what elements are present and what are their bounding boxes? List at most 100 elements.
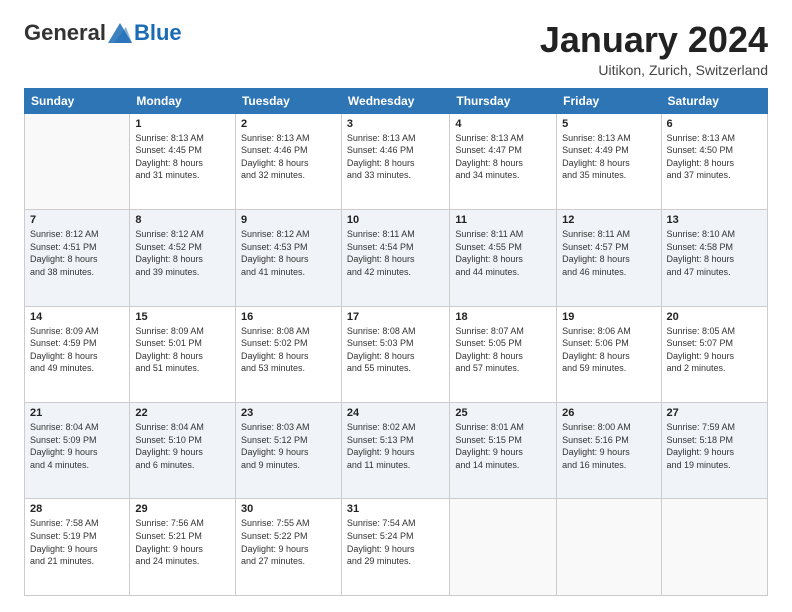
day-number: 12: [562, 214, 655, 226]
calendar-cell: 9Sunrise: 8:12 AM Sunset: 4:53 PM Daylig…: [235, 210, 341, 306]
day-info: Sunrise: 8:07 AM Sunset: 5:05 PM Dayligh…: [455, 325, 551, 375]
day-info: Sunrise: 7:55 AM Sunset: 5:22 PM Dayligh…: [241, 517, 336, 567]
logo-icon: [108, 23, 132, 43]
calendar-week-row: 1 Sunrise: 8:13 AM Sunset: 4:45 PM Daylig…: [25, 113, 768, 209]
day-info: Sunrise: 8:08 AM Sunset: 5:02 PM Dayligh…: [241, 325, 336, 375]
day-info: Sunrise: 7:59 AM Sunset: 5:18 PM Dayligh…: [667, 421, 762, 471]
calendar-cell: 15 Sunrise: 8:09 AM Sunset: 5:01 PM Dayli…: [130, 306, 236, 402]
day-info: Sunrise: 8:13 AM Sunset: 4:45 PM Dayligh…: [135, 132, 230, 182]
calendar-cell: 22 Sunrise: 8:04 AM Sunset: 5:10 PM Dayli…: [130, 403, 236, 499]
calendar-cell: 6 Sunrise: 8:13 AM Sunset: 4:50 PM Daylig…: [661, 113, 767, 209]
calendar-cell: 17Sunrise: 8:08 AM Sunset: 5:03 PM Dayli…: [341, 306, 449, 402]
day-number: 6: [667, 118, 762, 130]
day-number: 25: [455, 407, 551, 419]
day-info: Sunrise: 8:12 AM Sunset: 4:53 PM Dayligh…: [241, 228, 336, 278]
calendar-cell: 11 Sunrise: 8:11 AM Sunset: 4:55 PM Dayli…: [450, 210, 557, 306]
day-number: 31: [347, 503, 444, 515]
calendar-cell: 29 Sunrise: 7:56 AM Sunset: 5:21 PM Dayli…: [130, 499, 236, 596]
calendar-cell: 23 Sunrise: 8:03 AM Sunset: 5:12 PM Dayli…: [235, 403, 341, 499]
calendar-cell: 5Sunrise: 8:13 AM Sunset: 4:49 PM Daylig…: [557, 113, 661, 209]
day-number: 13: [667, 214, 762, 226]
day-info: Sunrise: 8:01 AM Sunset: 5:15 PM Dayligh…: [455, 421, 551, 471]
calendar-cell: 26Sunrise: 8:00 AM Sunset: 5:16 PM Dayli…: [557, 403, 661, 499]
day-info: Sunrise: 8:13 AM Sunset: 4:46 PM Dayligh…: [347, 132, 444, 182]
col-saturday: Saturday: [661, 88, 767, 113]
day-number: 20: [667, 311, 762, 323]
day-info: Sunrise: 8:12 AM Sunset: 4:52 PM Dayligh…: [135, 228, 230, 278]
logo-general: General: [24, 20, 106, 46]
calendar-cell: 28Sunrise: 7:58 AM Sunset: 5:19 PM Dayli…: [25, 499, 130, 596]
calendar-cell: 1 Sunrise: 8:13 AM Sunset: 4:45 PM Daylig…: [130, 113, 236, 209]
day-info: Sunrise: 8:13 AM Sunset: 4:47 PM Dayligh…: [455, 132, 551, 182]
day-number: 15: [135, 311, 230, 323]
day-info: Sunrise: 8:04 AM Sunset: 5:09 PM Dayligh…: [30, 421, 124, 471]
calendar-cell: 18 Sunrise: 8:07 AM Sunset: 5:05 PM Dayli…: [450, 306, 557, 402]
day-info: Sunrise: 8:05 AM Sunset: 5:07 PM Dayligh…: [667, 325, 762, 375]
day-number: 3: [347, 118, 444, 130]
day-number: 27: [667, 407, 762, 419]
calendar-cell: 7 Sunrise: 8:12 AM Sunset: 4:51 PM Daylig…: [25, 210, 130, 306]
day-number: 8: [135, 214, 230, 226]
day-info: Sunrise: 8:00 AM Sunset: 5:16 PM Dayligh…: [562, 421, 655, 471]
calendar-cell: [450, 499, 557, 596]
calendar-cell: 24Sunrise: 8:02 AM Sunset: 5:13 PM Dayli…: [341, 403, 449, 499]
day-info: Sunrise: 8:12 AM Sunset: 4:51 PM Dayligh…: [30, 228, 124, 278]
day-number: 16: [241, 311, 336, 323]
col-sunday: Sunday: [25, 88, 130, 113]
day-number: 1: [135, 118, 230, 130]
day-number: 11: [455, 214, 551, 226]
day-number: 22: [135, 407, 230, 419]
day-info: Sunrise: 7:56 AM Sunset: 5:21 PM Dayligh…: [135, 517, 230, 567]
calendar-cell: [557, 499, 661, 596]
calendar-cell: 30 Sunrise: 7:55 AM Sunset: 5:22 PM Dayli…: [235, 499, 341, 596]
day-number: 10: [347, 214, 444, 226]
logo: General Blue: [24, 20, 182, 46]
day-info: Sunrise: 8:04 AM Sunset: 5:10 PM Dayligh…: [135, 421, 230, 471]
calendar-cell: [661, 499, 767, 596]
calendar-cell: 25 Sunrise: 8:01 AM Sunset: 5:15 PM Dayli…: [450, 403, 557, 499]
col-wednesday: Wednesday: [341, 88, 449, 113]
calendar-cell: 31 Sunrise: 7:54 AM Sunset: 5:24 PM Dayli…: [341, 499, 449, 596]
day-number: 7: [30, 214, 124, 226]
title-block: January 2024 Uitikon, Zurich, Switzerlan…: [540, 20, 768, 78]
day-info: Sunrise: 8:09 AM Sunset: 5:01 PM Dayligh…: [135, 325, 230, 375]
col-monday: Monday: [130, 88, 236, 113]
month-title: January 2024: [540, 20, 768, 60]
subtitle: Uitikon, Zurich, Switzerland: [540, 62, 768, 78]
calendar-cell: 10 Sunrise: 8:11 AM Sunset: 4:54 PM Dayli…: [341, 210, 449, 306]
day-number: 30: [241, 503, 336, 515]
day-number: 29: [135, 503, 230, 515]
col-tuesday: Tuesday: [235, 88, 341, 113]
day-number: 23: [241, 407, 336, 419]
calendar-cell: 13Sunrise: 8:10 AM Sunset: 4:58 PM Dayli…: [661, 210, 767, 306]
calendar-cell: 14 Sunrise: 8:09 AM Sunset: 4:59 PM Dayli…: [25, 306, 130, 402]
day-info: Sunrise: 8:13 AM Sunset: 4:49 PM Dayligh…: [562, 132, 655, 182]
calendar-table: Sunday Monday Tuesday Wednesday Thursday…: [24, 88, 768, 596]
day-info: Sunrise: 8:09 AM Sunset: 4:59 PM Dayligh…: [30, 325, 124, 375]
calendar-cell: 12 Sunrise: 8:11 AM Sunset: 4:57 PM Dayli…: [557, 210, 661, 306]
day-info: Sunrise: 8:08 AM Sunset: 5:03 PM Dayligh…: [347, 325, 444, 375]
calendar-week-row: 14 Sunrise: 8:09 AM Sunset: 4:59 PM Dayli…: [25, 306, 768, 402]
calendar-cell: 4Sunrise: 8:13 AM Sunset: 4:47 PM Daylig…: [450, 113, 557, 209]
day-info: Sunrise: 8:11 AM Sunset: 4:57 PM Dayligh…: [562, 228, 655, 278]
day-info: Sunrise: 8:02 AM Sunset: 5:13 PM Dayligh…: [347, 421, 444, 471]
calendar-cell: 19Sunrise: 8:06 AM Sunset: 5:06 PM Dayli…: [557, 306, 661, 402]
calendar-week-row: 21 Sunrise: 8:04 AM Sunset: 5:09 PM Dayli…: [25, 403, 768, 499]
calendar-header-row: Sunday Monday Tuesday Wednesday Thursday…: [25, 88, 768, 113]
calendar-cell: 3 Sunrise: 8:13 AM Sunset: 4:46 PM Daylig…: [341, 113, 449, 209]
day-info: Sunrise: 8:03 AM Sunset: 5:12 PM Dayligh…: [241, 421, 336, 471]
day-info: Sunrise: 7:54 AM Sunset: 5:24 PM Dayligh…: [347, 517, 444, 567]
day-info: Sunrise: 7:58 AM Sunset: 5:19 PM Dayligh…: [30, 517, 124, 567]
calendar-cell: 27 Sunrise: 7:59 AM Sunset: 5:18 PM Dayli…: [661, 403, 767, 499]
logo-blue: Blue: [134, 20, 182, 46]
day-number: 21: [30, 407, 124, 419]
day-info: Sunrise: 8:13 AM Sunset: 4:46 PM Dayligh…: [241, 132, 336, 182]
day-number: 18: [455, 311, 551, 323]
day-number: 2: [241, 118, 336, 130]
day-number: 14: [30, 311, 124, 323]
calendar-cell: 8 Sunrise: 8:12 AM Sunset: 4:52 PM Daylig…: [130, 210, 236, 306]
day-info: Sunrise: 8:11 AM Sunset: 4:55 PM Dayligh…: [455, 228, 551, 278]
day-info: Sunrise: 8:13 AM Sunset: 4:50 PM Dayligh…: [667, 132, 762, 182]
calendar-week-row: 28Sunrise: 7:58 AM Sunset: 5:19 PM Dayli…: [25, 499, 768, 596]
day-info: Sunrise: 8:11 AM Sunset: 4:54 PM Dayligh…: [347, 228, 444, 278]
